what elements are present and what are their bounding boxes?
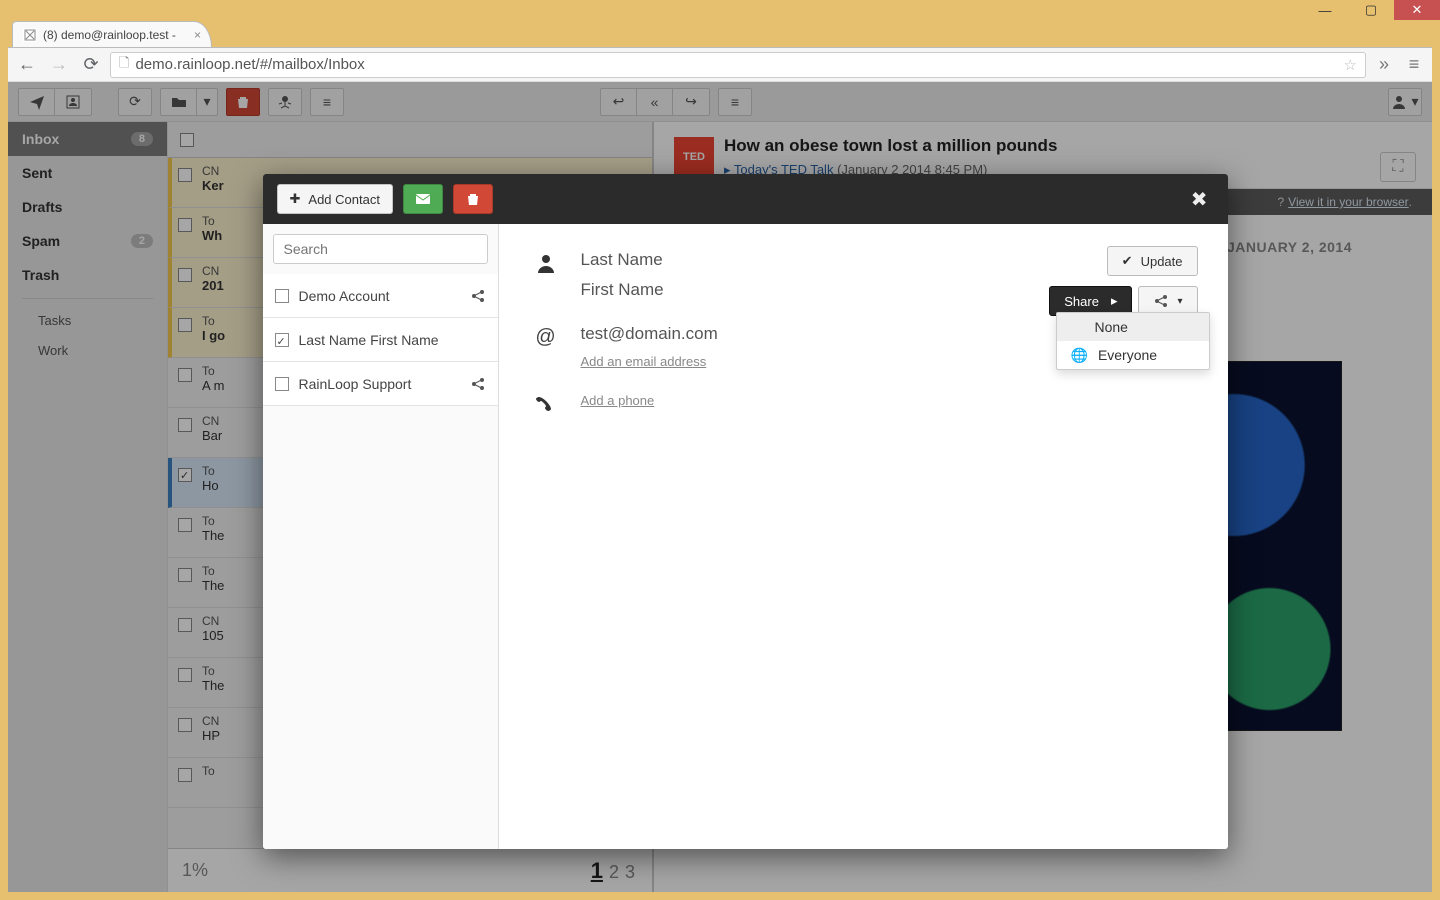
tab-title: (8) demo@rainloop.test -	[43, 28, 176, 42]
update-button[interactable]: ✔ Update	[1107, 246, 1198, 276]
last-name-field[interactable]: Last Name	[581, 250, 664, 270]
check-icon: ✔	[1122, 253, 1133, 269]
modal-close-button[interactable]: ✖	[1185, 187, 1214, 212]
share-dropdown: None 🌐 Everyone	[1056, 312, 1210, 370]
email-contact-button[interactable]	[403, 184, 443, 214]
share-option-none[interactable]: None	[1057, 313, 1209, 341]
person-icon	[535, 250, 557, 274]
contact-checkbox[interactable]	[275, 333, 289, 347]
star-icon[interactable]: ☆	[1344, 56, 1357, 74]
contact-search-input[interactable]	[273, 234, 488, 264]
browser-tab[interactable]: (8) demo@rainloop.test - ×	[12, 21, 212, 47]
share-label: Share	[1064, 294, 1099, 309]
extensions-overflow-icon[interactable]: »	[1372, 54, 1396, 75]
new-tab-button[interactable]	[214, 29, 238, 47]
modal-overlay: ✚ Add Contact ✖	[8, 82, 1432, 892]
contact-item[interactable]: Demo Account	[263, 274, 498, 318]
browser-tabstrip: (8) demo@rainloop.test - ×	[8, 20, 1432, 48]
contacts-modal: ✚ Add Contact ✖	[263, 174, 1228, 849]
first-name-field[interactable]: First Name	[581, 280, 664, 300]
favicon-icon	[23, 28, 37, 42]
opt-none-label: None	[1095, 319, 1128, 335]
win-maximize-button[interactable]: ▢	[1348, 0, 1394, 20]
address-bar[interactable]: 🗋 demo.rainloop.net/#/mailbox/Inbox ☆	[110, 52, 1366, 78]
contact-checkbox[interactable]	[275, 377, 289, 391]
add-phone-link[interactable]: Add a phone	[581, 393, 655, 408]
contact-item[interactable]: Last Name First Name	[263, 318, 498, 362]
at-icon: @	[535, 324, 557, 349]
globe-icon: 🌐	[1071, 347, 1088, 364]
share-icon	[470, 376, 486, 392]
contact-item[interactable]: RainLoop Support	[263, 362, 498, 406]
url-text: demo.rainloop.net/#/mailbox/Inbox	[135, 56, 364, 73]
add-email-link[interactable]: Add an email address	[581, 354, 718, 369]
plus-icon: ✚	[290, 191, 301, 207]
win-close-button[interactable]: ✕	[1394, 0, 1440, 20]
add-contact-button[interactable]: ✚ Add Contact	[277, 184, 393, 214]
forward-button: →	[46, 52, 72, 78]
update-label: Update	[1141, 254, 1183, 269]
page-icon: 🗋	[119, 54, 129, 76]
email-field[interactable]: test@domain.com	[581, 324, 718, 344]
reload-button[interactable]: ⟳	[78, 52, 104, 78]
add-contact-label: Add Contact	[308, 192, 380, 207]
back-button[interactable]: ←	[14, 52, 40, 78]
phone-icon	[535, 393, 557, 413]
tab-close-icon[interactable]: ×	[194, 28, 201, 42]
share-option-everyone[interactable]: 🌐 Everyone	[1057, 341, 1209, 369]
share-icon	[470, 288, 486, 304]
chrome-menu-icon[interactable]: ≡	[1402, 54, 1426, 75]
opt-everyone-label: Everyone	[1098, 347, 1157, 363]
browser-toolbar: ← → ⟳ 🗋 demo.rainloop.net/#/mailbox/Inbo…	[8, 48, 1432, 82]
contact-checkbox[interactable]	[275, 289, 289, 303]
delete-contact-button[interactable]	[453, 184, 493, 214]
win-minimize-button[interactable]: —	[1302, 0, 1348, 20]
